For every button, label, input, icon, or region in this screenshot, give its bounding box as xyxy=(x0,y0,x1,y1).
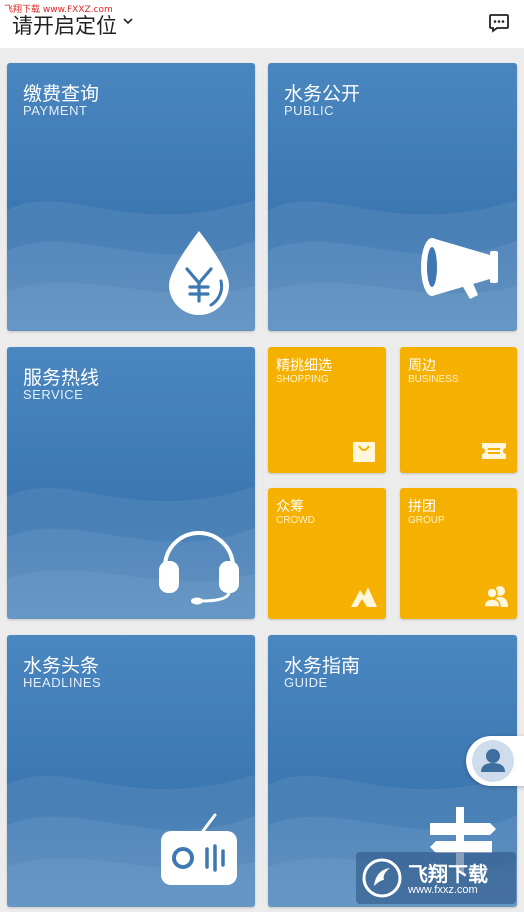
tile-title: 周边 xyxy=(408,358,436,374)
tile-title: 精挑细选 xyxy=(276,358,332,374)
watermark-logo-url: www.fxxz.com xyxy=(408,884,478,896)
top-bar: 飞翔下载 www.FXXZ.com 请开启定位 xyxy=(0,0,524,48)
chevron-down-icon xyxy=(123,18,133,25)
user-avatar-icon xyxy=(481,749,505,772)
megaphone-icon xyxy=(421,238,498,299)
tile-group[interactable]: 拼团 GROUP xyxy=(400,488,517,619)
tile-subtitle: PAYMENT xyxy=(23,103,88,118)
mountain-icon xyxy=(351,587,377,607)
tile-title: 服务热线 xyxy=(23,367,100,389)
headset-icon xyxy=(159,531,239,605)
tile-title: 拼团 xyxy=(408,499,436,515)
tile-business[interactable]: 周边 BUSINESS xyxy=(400,347,517,473)
tile-title: 缴费查询 xyxy=(23,83,100,105)
user-center-button[interactable] xyxy=(466,736,524,786)
people-icon xyxy=(483,586,508,608)
ticket-icon xyxy=(482,443,506,459)
tile-payment[interactable]: 缴费查询 PAYMENT xyxy=(7,63,255,331)
tile-title: 水务指南 xyxy=(284,655,361,677)
location-selector[interactable]: 请开启定位 xyxy=(12,10,133,40)
tile-subtitle: PUBLIC xyxy=(284,103,334,118)
tile-headlines[interactable]: 水务头条 HEADLINES xyxy=(7,635,255,907)
watermark-logo-text: 飞翔下载 xyxy=(408,862,488,886)
tile-title: 水务公开 xyxy=(284,83,361,105)
watermark-logo: 飞翔下载 www.fxxz.com xyxy=(356,852,516,904)
tile-title: 众筹 xyxy=(276,499,304,515)
tile-shopping[interactable]: 精挑细选 SHOPPING xyxy=(268,347,386,473)
tile-subtitle: BUSINESS xyxy=(408,374,459,385)
tile-subtitle: GROUP xyxy=(408,515,445,526)
tile-subtitle: SHOPPING xyxy=(276,374,329,385)
logo-emblem-icon xyxy=(362,858,402,898)
avatar xyxy=(472,740,514,782)
tile-service[interactable]: 服务热线 SERVICE xyxy=(7,347,255,619)
chat-bubble-icon[interactable] xyxy=(488,12,510,34)
yen-drop-icon xyxy=(169,231,229,315)
tile-title: 水务头条 xyxy=(23,655,100,677)
tile-subtitle: HEADLINES xyxy=(23,675,102,690)
radio-icon xyxy=(161,813,237,885)
tile-subtitle: SERVICE xyxy=(23,387,84,402)
shopping-bag-icon xyxy=(353,442,375,462)
tile-crowd[interactable]: 众筹 CROWD xyxy=(268,488,386,619)
tile-public[interactable]: 水务公开 PUBLIC xyxy=(268,63,517,331)
tile-subtitle: CROWD xyxy=(276,515,315,526)
location-label: 请开启定位 xyxy=(12,14,117,38)
tile-subtitle: GUIDE xyxy=(284,675,328,690)
